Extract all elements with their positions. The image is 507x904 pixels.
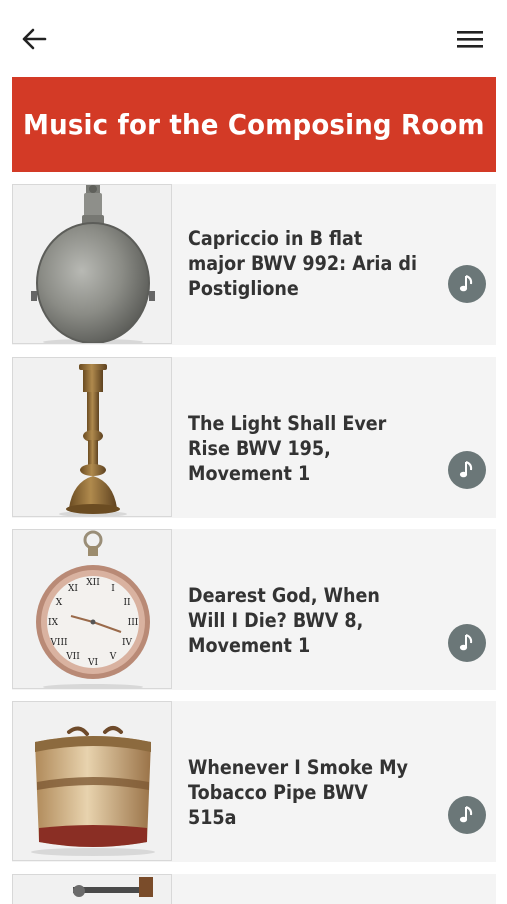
list-item[interactable]: XII VI IX III I II IV V VII VIII X XI De…	[12, 529, 496, 690]
svg-text:IX: IX	[48, 618, 59, 628]
item-title: Dearest God, When Will I Die? BWV 8, Mov…	[188, 584, 380, 657]
menu-button[interactable]	[452, 24, 488, 54]
music-note-icon	[459, 275, 473, 292]
svg-text:XI: XI	[68, 584, 78, 594]
hamburger-menu-icon	[457, 31, 483, 48]
play-audio-button[interactable]	[448, 796, 486, 834]
item-thumbnail: XII VI IX III I II IV V VII VIII X XI	[12, 529, 172, 689]
brass-candlestick-image	[59, 364, 127, 516]
music-note-icon	[459, 461, 473, 478]
music-note-icon	[459, 634, 473, 651]
svg-text:I: I	[111, 584, 115, 594]
svg-text:II: II	[123, 598, 131, 608]
play-audio-button[interactable]	[448, 265, 486, 303]
svg-text:III: III	[128, 618, 139, 628]
item-title: The Light Shall Ever Rise BWV 195, Movem…	[188, 412, 387, 485]
arrow-left-icon	[22, 28, 47, 50]
back-button[interactable]	[18, 24, 50, 54]
top-bar	[0, 0, 507, 76]
svg-text:IV: IV	[122, 638, 133, 648]
item-title: Capriccio in B flat major BWV 992: Aria …	[188, 227, 417, 300]
svg-text:VI: VI	[87, 658, 98, 668]
svg-text:X: X	[56, 598, 63, 608]
item-title: Whenever I Smoke My Tobacco Pipe BWV 515…	[188, 756, 409, 829]
svg-text:VII: VII	[65, 652, 80, 662]
list-item[interactable]: The Light Shall Ever Rise BWV 195, Movem…	[12, 357, 496, 518]
play-audio-button[interactable]	[448, 451, 486, 489]
pewter-flask-image	[31, 185, 155, 343]
svg-text:V: V	[109, 652, 117, 662]
item-thumbnail	[12, 357, 172, 517]
item-thumbnail	[12, 184, 172, 344]
music-note-icon	[459, 806, 473, 823]
list-item[interactable]: Capriccio in B flat major BWV 992: Aria …	[12, 184, 496, 345]
tobacco-box-image	[31, 726, 155, 856]
list-item[interactable]: Whenever I Smoke My Tobacco Pipe BWV 515…	[12, 701, 496, 862]
page-title: Music for the Composing Room	[23, 108, 485, 141]
svg-text:VIII: VIII	[49, 638, 68, 648]
svg-text:XII: XII	[86, 578, 100, 588]
play-audio-button[interactable]	[448, 624, 486, 662]
pocket-watch-image: XII VI IX III I II IV V VII VIII X XI	[36, 530, 150, 688]
item-thumbnail	[12, 701, 172, 861]
collection-banner: Music for the Composing Room	[12, 77, 496, 172]
